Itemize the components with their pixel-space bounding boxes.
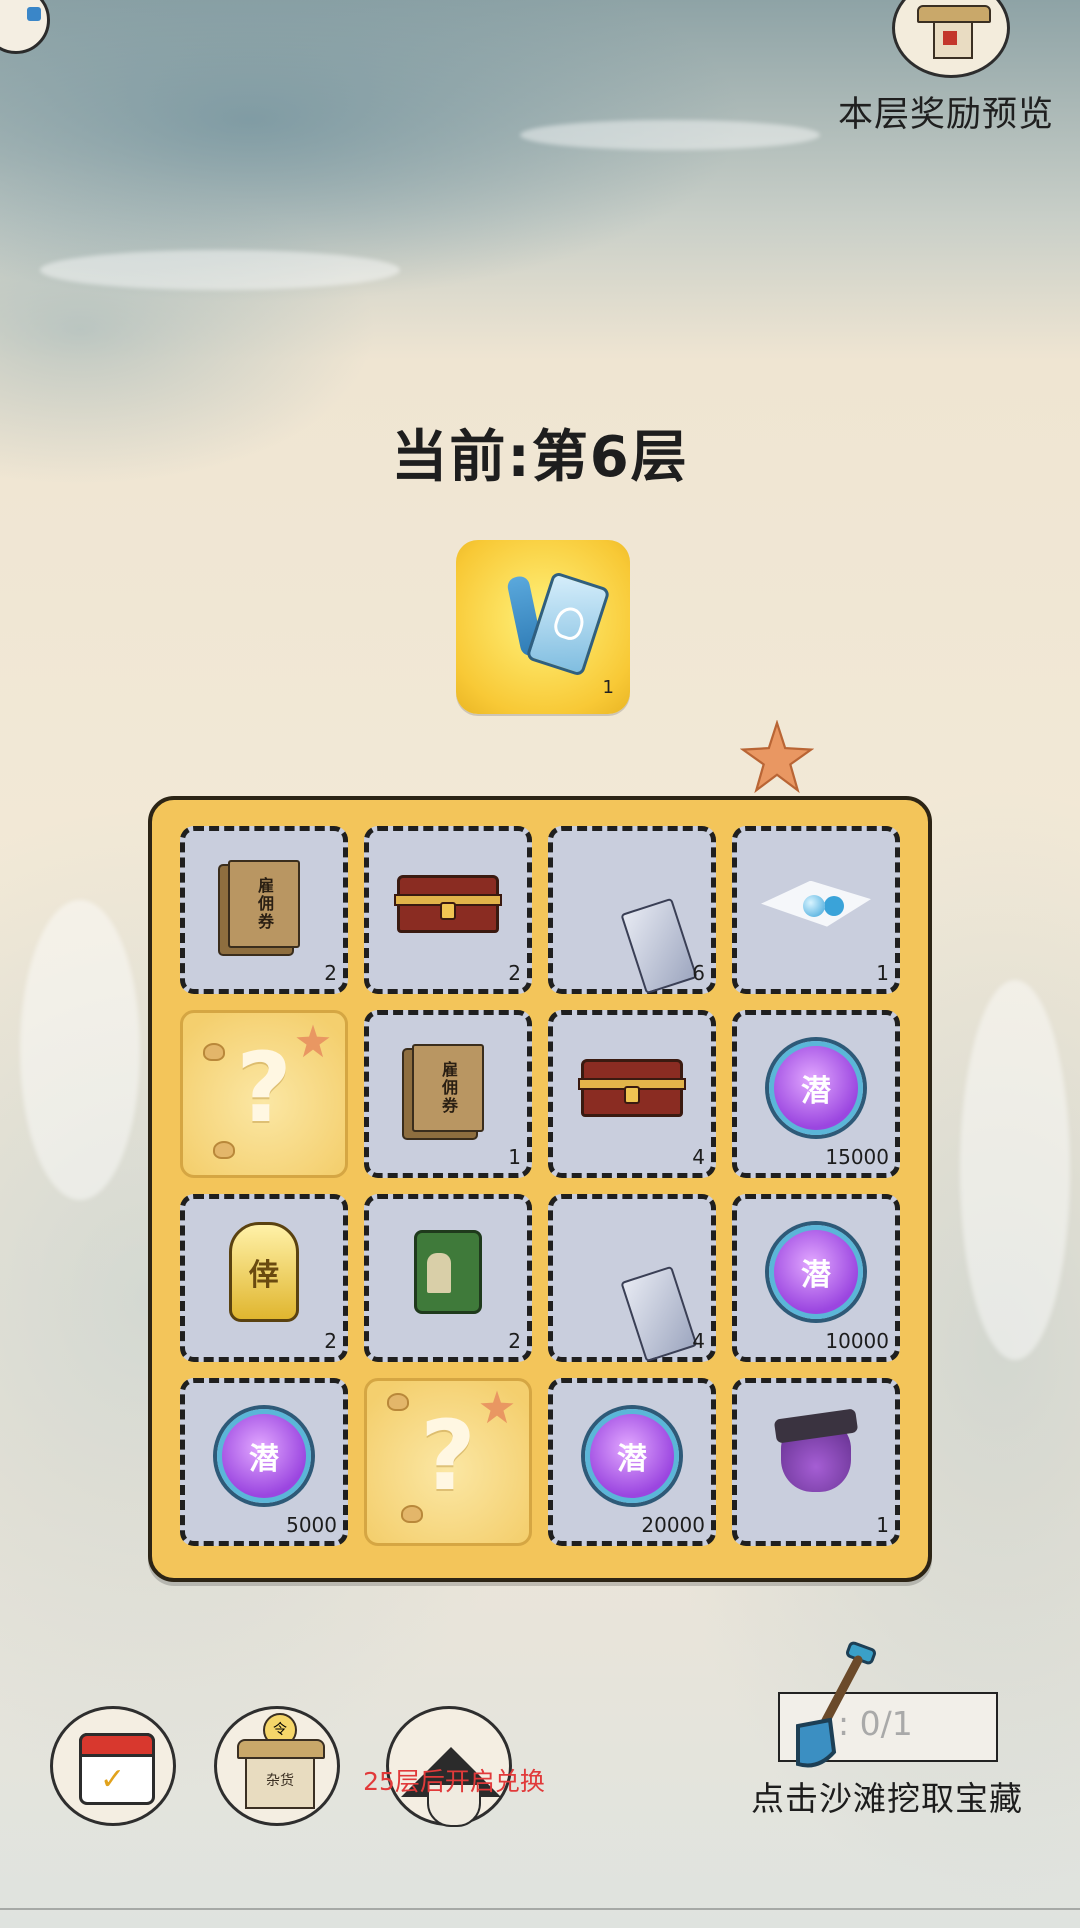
cell-count: 2: [324, 961, 337, 985]
blue-charm-tag-icon: [525, 570, 611, 678]
cell-count: 15000: [825, 1145, 889, 1169]
cell-count: 20000: [641, 1513, 705, 1537]
shop-label: 杂货: [245, 1757, 315, 1809]
dive-orb-icon: 潜: [585, 1408, 679, 1503]
cell-count: 1: [508, 1145, 521, 1169]
grid-cell[interactable]: 1: [732, 1378, 900, 1546]
cell-count: 2: [508, 1329, 521, 1353]
featured-reward[interactable]: 1: [456, 540, 630, 714]
grid-cell[interactable]: 4: [548, 1194, 716, 1362]
home-indicator: [0, 1908, 1080, 1910]
question-mark-icon: ?: [420, 1399, 476, 1512]
grid-cell[interactable]: 2: [364, 1194, 532, 1362]
pavilion-icon: [892, 0, 1010, 78]
cell-count: 4: [692, 1329, 705, 1353]
dig-hint: 点击沙滩挖取宝藏: [751, 1779, 1023, 1818]
reward-preview-label: 本层奖励预览: [837, 95, 1054, 135]
calendar-icon: ✓: [79, 1733, 155, 1805]
shovel-icon: [796, 1641, 876, 1768]
pirate-pouch-icon: [781, 1419, 851, 1492]
grid-cell-mystery[interactable]: ?: [180, 1010, 348, 1178]
grid-cell[interactable]: 4: [548, 1010, 716, 1178]
shop-roof-icon: [237, 1739, 325, 1759]
hire-ticket-icon: 雇佣券: [228, 859, 300, 948]
grid-cell[interactable]: 1: [732, 826, 900, 994]
grid-cell[interactable]: 潜 5000: [180, 1378, 348, 1546]
scroll-icon: [620, 897, 698, 994]
featured-count: 1: [602, 677, 614, 698]
grid-cell[interactable]: 潜 15000: [732, 1010, 900, 1178]
exchange-unlock-note: 25层后开启兑换: [363, 1767, 545, 1796]
grid-cell[interactable]: 雇佣券 1: [364, 1010, 532, 1178]
cell-count: 1: [876, 1513, 889, 1537]
foam: [20, 900, 140, 1200]
recruit-bag-icon: [414, 1229, 482, 1314]
hire-ticket-icon: 雇佣券: [412, 1043, 484, 1132]
cell-count: 6: [692, 961, 705, 985]
cell-count: 1: [876, 961, 889, 985]
starfish-icon: [296, 1024, 330, 1058]
cell-count: 2: [508, 961, 521, 985]
grid-cell[interactable]: 6: [548, 826, 716, 994]
foam: [520, 120, 820, 150]
starfish-icon: [480, 1390, 514, 1424]
pearl-cloth-icon: [761, 880, 871, 927]
grid-cell-mystery[interactable]: ?: [364, 1378, 532, 1546]
cell-count: 10000: [825, 1329, 889, 1353]
grid-cell[interactable]: 2: [364, 826, 532, 994]
grid-cell[interactable]: 倖 2: [180, 1194, 348, 1362]
grid-cell[interactable]: 雇佣券 2: [180, 826, 348, 994]
treasure-board: 雇佣券 2 2 6 1 ? 雇佣券 1 4 潜 15000 倖 2 2 4 潜 …: [148, 796, 932, 1582]
foam: [40, 250, 400, 290]
dive-orb-icon: 潜: [769, 1224, 863, 1319]
grid-cell[interactable]: 潜 20000: [548, 1378, 716, 1546]
cell-count: 4: [692, 1145, 705, 1169]
treasure-chest-icon: [578, 1058, 686, 1117]
grid-cell[interactable]: 潜 10000: [732, 1194, 900, 1362]
gold-badge-icon: 倖: [229, 1221, 299, 1322]
shop-button[interactable]: 令 杂货: [214, 1706, 340, 1826]
dive-orb-icon: 潜: [217, 1408, 311, 1503]
foam: [960, 980, 1070, 1360]
dive-orb-icon: 潜: [769, 1040, 863, 1135]
cell-count: 2: [324, 1329, 337, 1353]
daily-checkin-button[interactable]: ✓: [50, 1706, 176, 1826]
treasure-chest-icon: [394, 874, 502, 933]
floor-title: 当前:第6层: [391, 425, 689, 490]
corner-menu-icon[interactable]: [0, 0, 50, 54]
starfish-icon: [740, 720, 814, 794]
question-mark-icon: ?: [236, 1031, 292, 1144]
cell-count: 5000: [286, 1513, 337, 1537]
reward-preview-button[interactable]: 本层奖励预览: [826, 0, 1066, 140]
scroll-icon: [620, 1265, 698, 1362]
